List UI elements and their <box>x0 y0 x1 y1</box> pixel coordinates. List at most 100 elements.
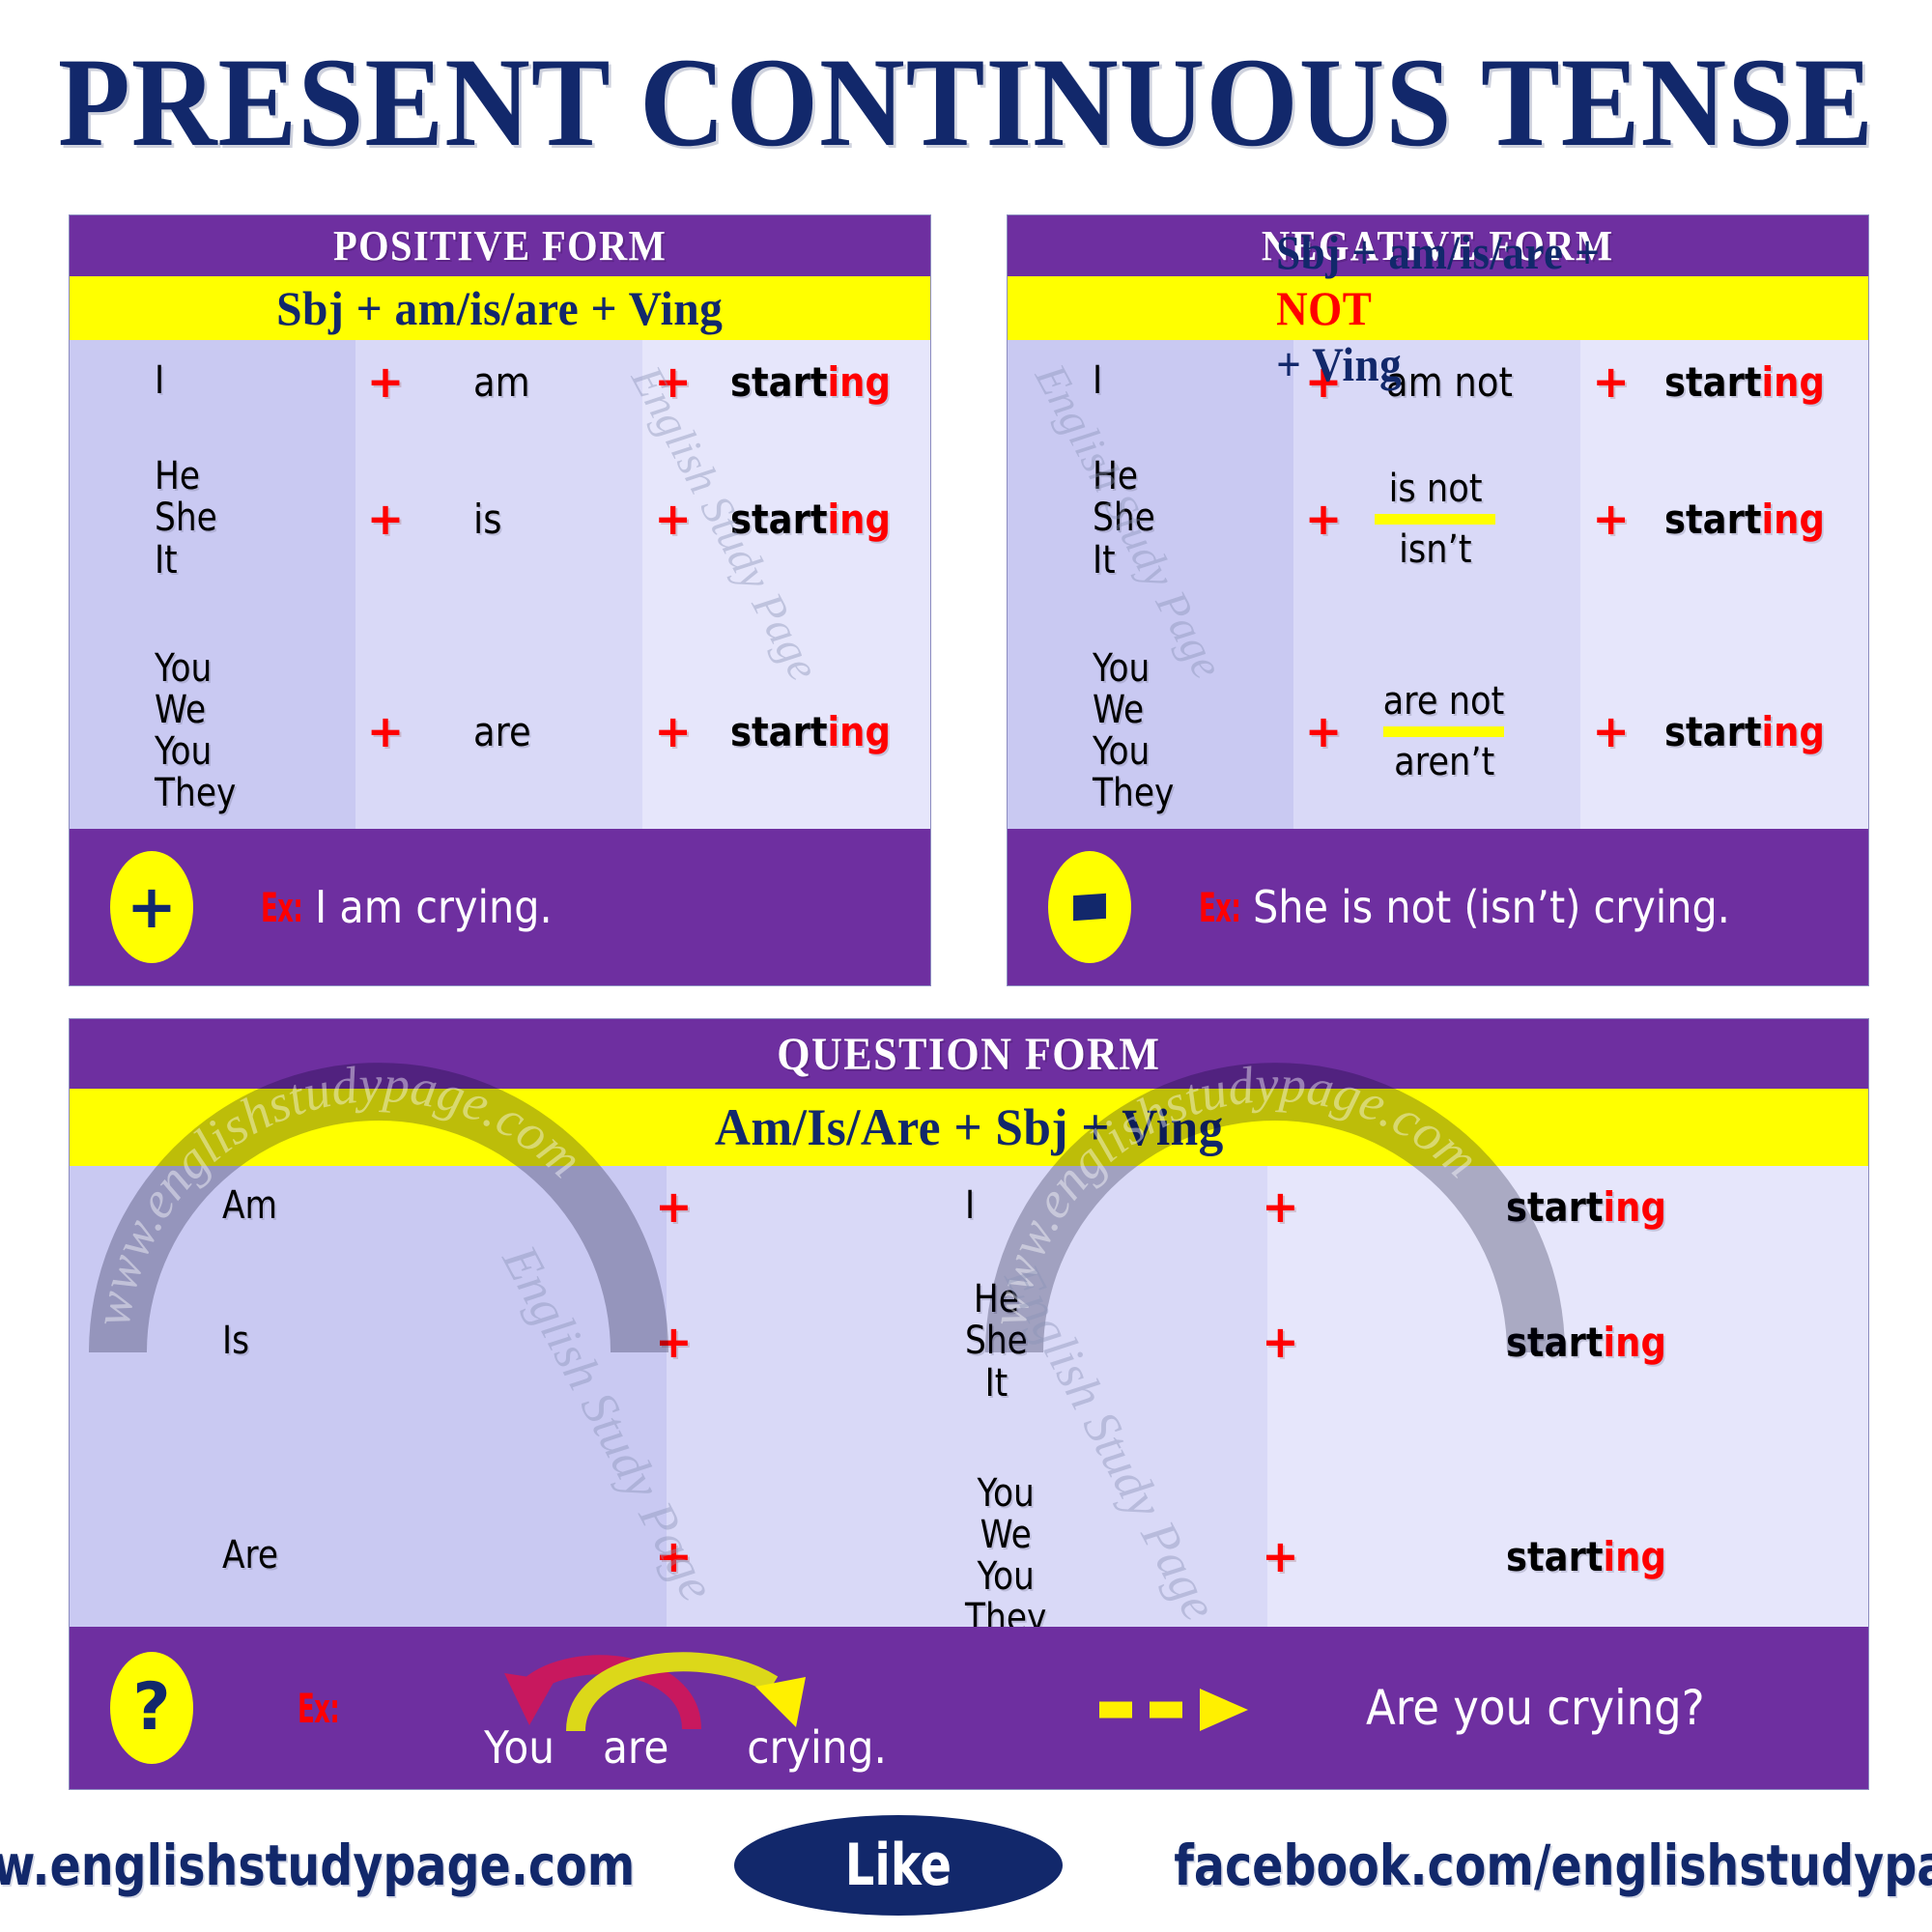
infographic-page: PRESENT CONTINUOUS TENSE POSITIVE FORM S… <box>0 0 1932 1932</box>
verb-cell: + is <box>355 423 643 614</box>
verb-label: are <box>473 707 532 755</box>
aux-cell: Am <box>70 1166 668 1247</box>
subject-label: I <box>1093 358 1103 404</box>
subject-label: He She It <box>964 1277 1028 1406</box>
page-title: PRESENT CONTINUOUS TENSE <box>58 31 1873 173</box>
table-row: You We You They + are + starting <box>70 614 930 848</box>
ving-cell: + starting <box>1580 340 1868 423</box>
subject-label: You We You They <box>155 645 237 816</box>
table-row: He She It + is + starting <box>70 423 930 614</box>
negative-form-formula: Sbj + am/is/are + NOT + Ving <box>1008 225 1868 391</box>
plus-icon: + <box>1304 493 1343 545</box>
positive-form-card: POSITIVE FORM Sbj + am/is/are + Ving I +… <box>70 215 930 985</box>
plus-icon: + <box>366 493 405 545</box>
question-form-footer: ? Ex: You are crying. Are you crying? <box>70 1627 1868 1789</box>
question-badge-glyph: ? <box>132 1669 171 1746</box>
positive-form-header-label: POSITIVE FORM <box>332 222 668 270</box>
like-button[interactable]: Like <box>734 1815 1064 1916</box>
verb-contraction-stack: are not aren’t <box>1375 679 1513 784</box>
negative-form-formula-text: Sbj + am/is/are + NOT + Ving <box>1275 225 1601 391</box>
website-link[interactable]: www.englishstudypage.com <box>0 1833 635 1898</box>
result-sentence: Are you crying? <box>1365 1680 1705 1736</box>
negative-form-card: NEGATIVE FORM Sbj + am/is/are + NOT + Vi… <box>1008 215 1868 985</box>
plus-icon: + <box>1304 705 1343 757</box>
subject-label: I <box>155 358 165 404</box>
verb-cell: + are not aren’t <box>1293 614 1581 848</box>
question-form-formula: Am/Is/Are + Sbj + Ving <box>70 1089 1868 1166</box>
formula-not-keyword: NOT <box>1275 281 1372 335</box>
ving-label: starting <box>1505 1318 1666 1366</box>
ving-label: starting <box>1663 357 1825 406</box>
example-label: Ex: <box>298 1684 340 1732</box>
source-sentence: You are crying. <box>481 1721 894 1774</box>
verb-short-label: isn’t <box>1399 526 1472 572</box>
subject-cell: You We You They <box>1008 614 1293 848</box>
plus-icon: + <box>1592 493 1630 545</box>
question-form-table: Am + I + starting Is + He She It + start… <box>70 1166 1868 1676</box>
verb-label: am <box>473 357 531 406</box>
example-sentence: I am crying. <box>314 881 553 933</box>
source-word: You <box>483 1721 554 1774</box>
verb-long-label: is not <box>1388 466 1483 511</box>
plus-icon: + <box>366 705 405 757</box>
negative-form-table: I + am not + starting He She It + is not… <box>1008 340 1868 848</box>
ving-cell: + starting <box>1262 1166 1868 1247</box>
plus-icon: + <box>654 705 692 757</box>
table-row: Am + I + starting <box>70 1166 1868 1247</box>
subject-cell: You We You They <box>70 614 355 848</box>
positive-form-formula: Sbj + am/is/are + Ving <box>70 276 930 340</box>
example-label: Ex: <box>261 883 303 931</box>
positive-form-header: POSITIVE FORM <box>70 215 930 276</box>
ving-label: starting <box>729 707 891 755</box>
aux-cell: Is <box>70 1247 668 1436</box>
plus-icon: + <box>1262 1530 1299 1582</box>
source-word: crying. <box>747 1721 888 1774</box>
plus-icon: + <box>655 1316 693 1368</box>
plus-icon: + <box>1592 705 1630 757</box>
subject-label: He She It <box>155 454 217 582</box>
plus-badge-glyph: + <box>127 871 177 942</box>
subject-cell: I <box>70 340 355 423</box>
subject-cell: I <box>1008 340 1293 423</box>
subject-label: You We You They <box>964 1470 1047 1641</box>
ving-cell: + starting <box>642 340 930 423</box>
source-word: are <box>602 1721 669 1774</box>
question-form-header-label: QUESTION FORM <box>777 1028 1161 1080</box>
verb-label: is <box>473 495 502 543</box>
aux-label: Am <box>222 1183 278 1229</box>
verb-cell: + are <box>355 614 643 848</box>
positive-form-footer: + Ex: I am crying. <box>70 829 930 985</box>
facebook-link[interactable]: facebook.com/englishstudypage <box>1174 1833 1932 1898</box>
plus-icon: + <box>366 355 405 408</box>
page-title-text: PRESENT CONTINUOUS TENSE <box>57 30 1875 173</box>
bottom-bar: www.englishstudypage.com Like facebook.c… <box>0 1812 1932 1918</box>
plus-icon: + <box>654 493 692 545</box>
plus-icon: + <box>1262 1180 1299 1233</box>
subject-cell: He She It <box>1008 423 1293 614</box>
plus-icon: + <box>1262 1316 1299 1368</box>
example-label: Ex: <box>1199 883 1241 931</box>
ving-label: starting <box>729 357 891 406</box>
plus-badge-icon: + <box>110 851 193 963</box>
table-row: You We You They + are not aren’t + start… <box>1008 614 1868 848</box>
subject-label: You We You They <box>1093 645 1175 816</box>
verb-long-label: are not <box>1382 678 1505 724</box>
aux-label: Is <box>222 1319 250 1364</box>
verb-cell: + am <box>355 340 643 423</box>
ving-cell: + starting <box>1580 423 1868 614</box>
subject-cell: He She It <box>70 423 355 614</box>
minus-badge-glyph <box>1073 893 1106 922</box>
ving-cell: + starting <box>642 423 930 614</box>
question-form-header: QUESTION FORM <box>70 1019 1868 1089</box>
like-button-label: Like <box>844 1832 952 1899</box>
plus-icon: + <box>655 1180 693 1233</box>
yellow-divider-bar <box>1375 513 1496 525</box>
table-row: I + am + starting <box>70 340 930 423</box>
ving-label: starting <box>1663 495 1825 543</box>
negative-form-footer: Ex: She is not (isn’t) crying. <box>1008 829 1868 985</box>
ving-cell: + starting <box>1262 1247 1868 1436</box>
table-row: He She It + is not isn’t + starting <box>1008 423 1868 614</box>
inversion-diagram: You are crying. <box>384 1627 1041 1789</box>
ving-label: starting <box>1505 1532 1666 1580</box>
ving-cell: + starting <box>1580 614 1868 848</box>
